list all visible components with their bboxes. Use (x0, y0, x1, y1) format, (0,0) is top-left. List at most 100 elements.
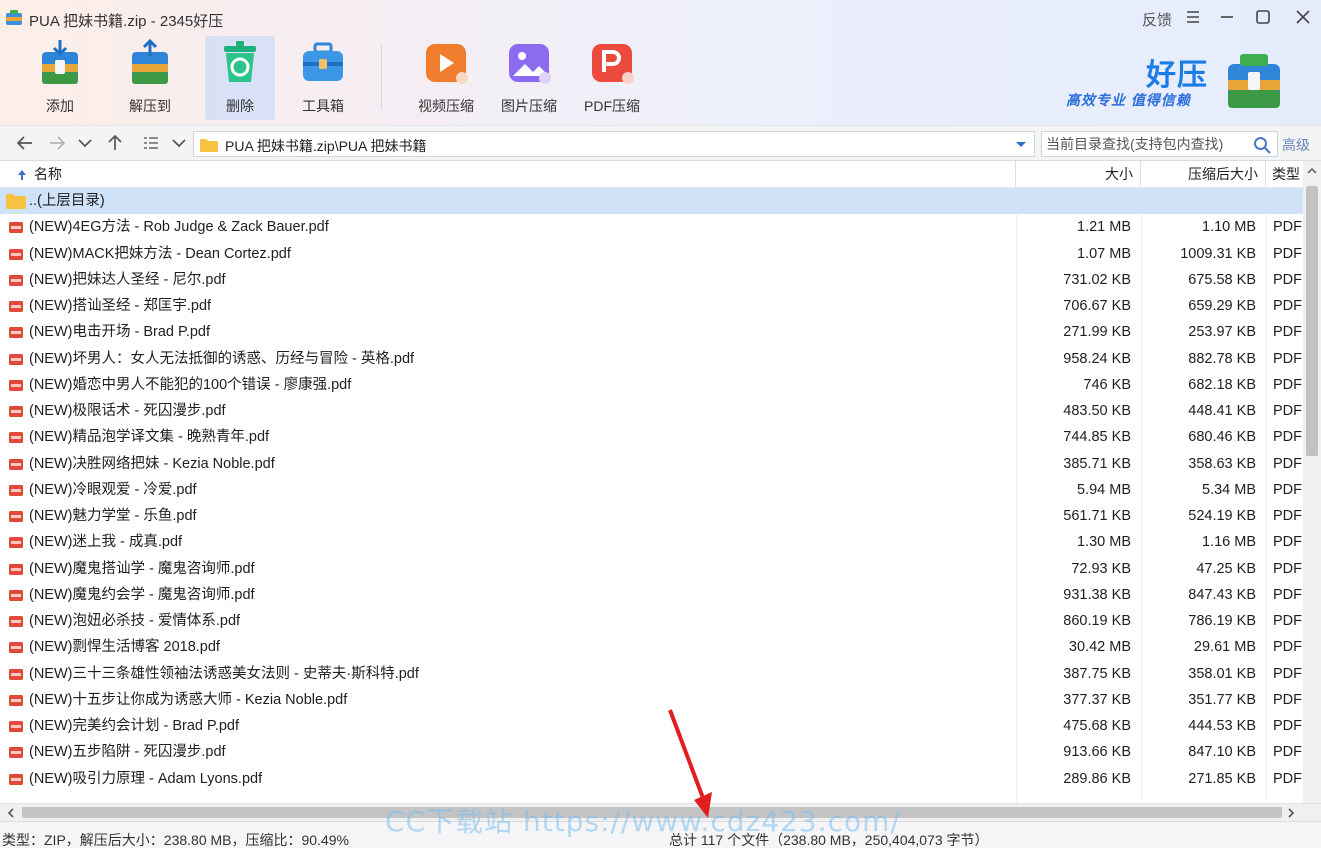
file-row[interactable]: (NEW)把妹达人圣经 - 尼尔.pdf 731.02 KB 675.58 KB PD… (0, 267, 1303, 293)
file-compressed-size: 1.16 MB (1202, 534, 1256, 550)
app-header: PUA 把妹书籍.zip - 2345好压 反馈 添加 解压到 删除 工具箱 视… (0, 0, 1321, 125)
image-compress-label: 图片压缩 (501, 98, 557, 114)
column-compressed[interactable]: 压缩后大小 (1141, 161, 1266, 188)
forward-arrow-icon[interactable] (46, 132, 68, 154)
maximize-icon[interactable] (1252, 6, 1274, 28)
file-row[interactable]: (NEW)十五步让你成为诱惑大师 - Kezia Noble.pdf 377.37… (0, 687, 1303, 713)
column-header-row: 名称 大小 压缩后大小 类型 (0, 161, 1303, 188)
file-row[interactable]: (NEW)冷眼观爱 - 冷爱.pdf 5.94 MB 5.34 MB PDF (0, 477, 1303, 503)
add-button[interactable]: 添加 (25, 36, 95, 120)
column-name[interactable]: 名称 (0, 161, 1016, 188)
file-row[interactable]: (NEW)魅力学堂 - 乐鱼.pdf 561.71 KB 524.19 KB PDF (0, 503, 1303, 529)
file-size: 289.86 KB (1063, 771, 1131, 787)
scroll-left-icon[interactable] (4, 806, 18, 820)
pdf-file-icon (9, 511, 23, 522)
file-row[interactable]: (NEW)搭讪圣经 - 郑匡宇.pdf 706.67 KB 659.29 KB PDF (0, 293, 1303, 319)
parent-directory-row[interactable]: ..(上层目录) (0, 188, 1303, 214)
file-name: (NEW)婚恋中男人不能犯的100个错误 - 廖康强.pdf (29, 377, 352, 393)
view-dropdown-icon[interactable] (168, 132, 190, 154)
file-row[interactable]: (NEW)三十三条雄性领袖法诱惑美女法则 - 史蒂夫·斯科特.pdf 387.75… (0, 661, 1303, 687)
file-size: 931.38 KB (1063, 587, 1131, 603)
file-size: 746 KB (1083, 377, 1131, 393)
file-type: PDF (1273, 482, 1302, 498)
file-type: PDF (1273, 692, 1302, 708)
pdf-file-icon (9, 354, 23, 365)
file-row[interactable]: (NEW)吸引力原理 - Adam Lyons.pdf 289.86 KB 271.… (0, 766, 1303, 792)
file-row[interactable]: (NEW)魔鬼约会学 - 魔鬼咨询师.pdf 931.38 KB 847.43 KB… (0, 582, 1303, 608)
file-type: PDF (1273, 587, 1302, 603)
pdf-file-icon (9, 616, 23, 627)
file-name: (NEW)三十三条雄性领袖法诱惑美女法则 - 史蒂夫·斯科特.pdf (29, 666, 419, 682)
path-field[interactable]: PUA 把妹书籍.zip\PUA 把妹书籍 (193, 131, 1035, 157)
file-type: PDF (1273, 771, 1302, 787)
scroll-up-icon[interactable] (1306, 165, 1318, 177)
file-row[interactable]: (NEW)电击开场 - Brad P.pdf 271.99 KB 253.97 KB… (0, 319, 1303, 345)
folder-icon (6, 194, 26, 209)
file-row[interactable]: (NEW)完美约会计划 - Brad P.pdf 475.68 KB 444.53 … (0, 713, 1303, 739)
file-size: 271.99 KB (1063, 324, 1131, 340)
feedback-link[interactable]: 反馈 (1142, 9, 1172, 30)
file-row[interactable]: (NEW)精品泡学译文集 - 晚熟青年.pdf 744.85 KB 680.46 K… (0, 424, 1303, 450)
file-row[interactable]: (NEW)迷上我 - 成真.pdf 1.30 MB 1.16 MB PDF (0, 529, 1303, 555)
pdf-file-icon (9, 459, 23, 470)
file-row[interactable]: (NEW)泡妞必杀技 - 爱情体系.pdf 860.19 KB 786.19 KB P… (0, 608, 1303, 634)
window-title: PUA 把妹书籍.zip - 2345好压 (29, 13, 224, 30)
column-type[interactable]: 类型 (1266, 161, 1303, 188)
up-level-icon[interactable] (104, 132, 126, 154)
file-row[interactable]: (NEW)决胜网络把妹 - Kezia Noble.pdf 385.71 KB 35… (0, 451, 1303, 477)
video-compress-button[interactable]: 视频压缩 (411, 36, 481, 120)
file-size: 706.67 KB (1063, 298, 1131, 314)
file-row[interactable]: (NEW)4EG方法 - Rob Judge & Zack Bauer.pdf 1… (0, 214, 1303, 240)
file-compressed-size: 444.53 KB (1188, 718, 1256, 734)
file-type: PDF (1273, 246, 1302, 262)
view-mode-icon[interactable] (140, 132, 162, 154)
file-row[interactable]: (NEW)婚恋中男人不能犯的100个错误 - 廖康强.pdf 746 KB 682.… (0, 372, 1303, 398)
file-name: (NEW)魔鬼约会学 - 魔鬼咨询师.pdf (29, 587, 255, 603)
vertical-scrollbar[interactable] (1303, 161, 1321, 803)
path-dropdown-icon[interactable] (1014, 137, 1028, 151)
file-row[interactable]: (NEW)极限话术 - 死囚漫步.pdf 483.50 KB 448.41 KB PD… (0, 398, 1303, 424)
column-size[interactable]: 大小 (1016, 161, 1141, 188)
delete-button[interactable]: 删除 (205, 36, 275, 120)
advanced-search-link[interactable]: 高级 (1282, 135, 1310, 155)
close-icon[interactable] (1292, 6, 1314, 28)
image-compress-button[interactable]: 图片压缩 (494, 36, 564, 120)
toolbar-separator (381, 44, 382, 110)
file-compressed-size: 882.78 KB (1188, 351, 1256, 367)
pdf-file-icon (9, 590, 23, 601)
file-compressed-size: 47.25 KB (1196, 561, 1256, 577)
vertical-scroll-thumb[interactable] (1306, 186, 1318, 456)
file-size: 483.50 KB (1063, 403, 1131, 419)
file-size: 387.75 KB (1063, 666, 1131, 682)
file-compressed-size: 847.10 KB (1188, 744, 1256, 760)
file-row[interactable]: (NEW)剽悍生活博客 2018.pdf 30.42 MB 29.61 MB PDF (0, 634, 1303, 660)
history-dropdown-icon[interactable] (74, 132, 96, 154)
toolbox-icon (303, 42, 343, 81)
file-type: PDF (1273, 456, 1302, 472)
extract-to-button[interactable]: 解压到 (115, 36, 185, 120)
search-box (1041, 131, 1278, 157)
scroll-right-icon[interactable] (1284, 806, 1298, 820)
file-row[interactable]: (NEW)MACK把妹方法 - Dean Cortez.pdf 1.07 MB 10… (0, 241, 1303, 267)
toolbox-button[interactable]: 工具箱 (288, 36, 358, 120)
file-size: 958.24 KB (1063, 351, 1131, 367)
menu-icon[interactable] (1182, 6, 1204, 28)
parent-directory-label: ..(上层目录) (29, 193, 105, 209)
column-type-label: 类型 (1272, 166, 1300, 182)
file-size: 744.85 KB (1063, 429, 1131, 445)
file-size: 1.21 MB (1077, 219, 1131, 235)
file-row[interactable]: (NEW)五步陷阱 - 死囚漫步.pdf 913.66 KB 847.10 KB PD… (0, 739, 1303, 765)
search-input[interactable] (1046, 134, 1250, 154)
pdf-compress-label: PDF压缩 (584, 98, 640, 114)
minimize-icon[interactable] (1216, 6, 1238, 28)
pdf-file-icon (9, 432, 23, 443)
back-arrow-icon[interactable] (14, 132, 36, 154)
search-icon[interactable] (1253, 136, 1271, 154)
file-row[interactable]: (NEW)坏男人：女人无法抵御的诱惑、历经与冒险 - 英格.pdf 958.24 … (0, 346, 1303, 372)
file-row[interactable]: (NEW)魔鬼搭讪学 - 魔鬼咨询师.pdf 72.93 KB 47.25 KB PD… (0, 556, 1303, 582)
add-archive-icon (42, 40, 78, 84)
pdf-compress-button[interactable]: PDF压缩 (577, 36, 647, 120)
file-size: 475.68 KB (1063, 718, 1131, 734)
file-compressed-size: 786.19 KB (1188, 613, 1256, 629)
pdf-file-icon (9, 564, 23, 575)
